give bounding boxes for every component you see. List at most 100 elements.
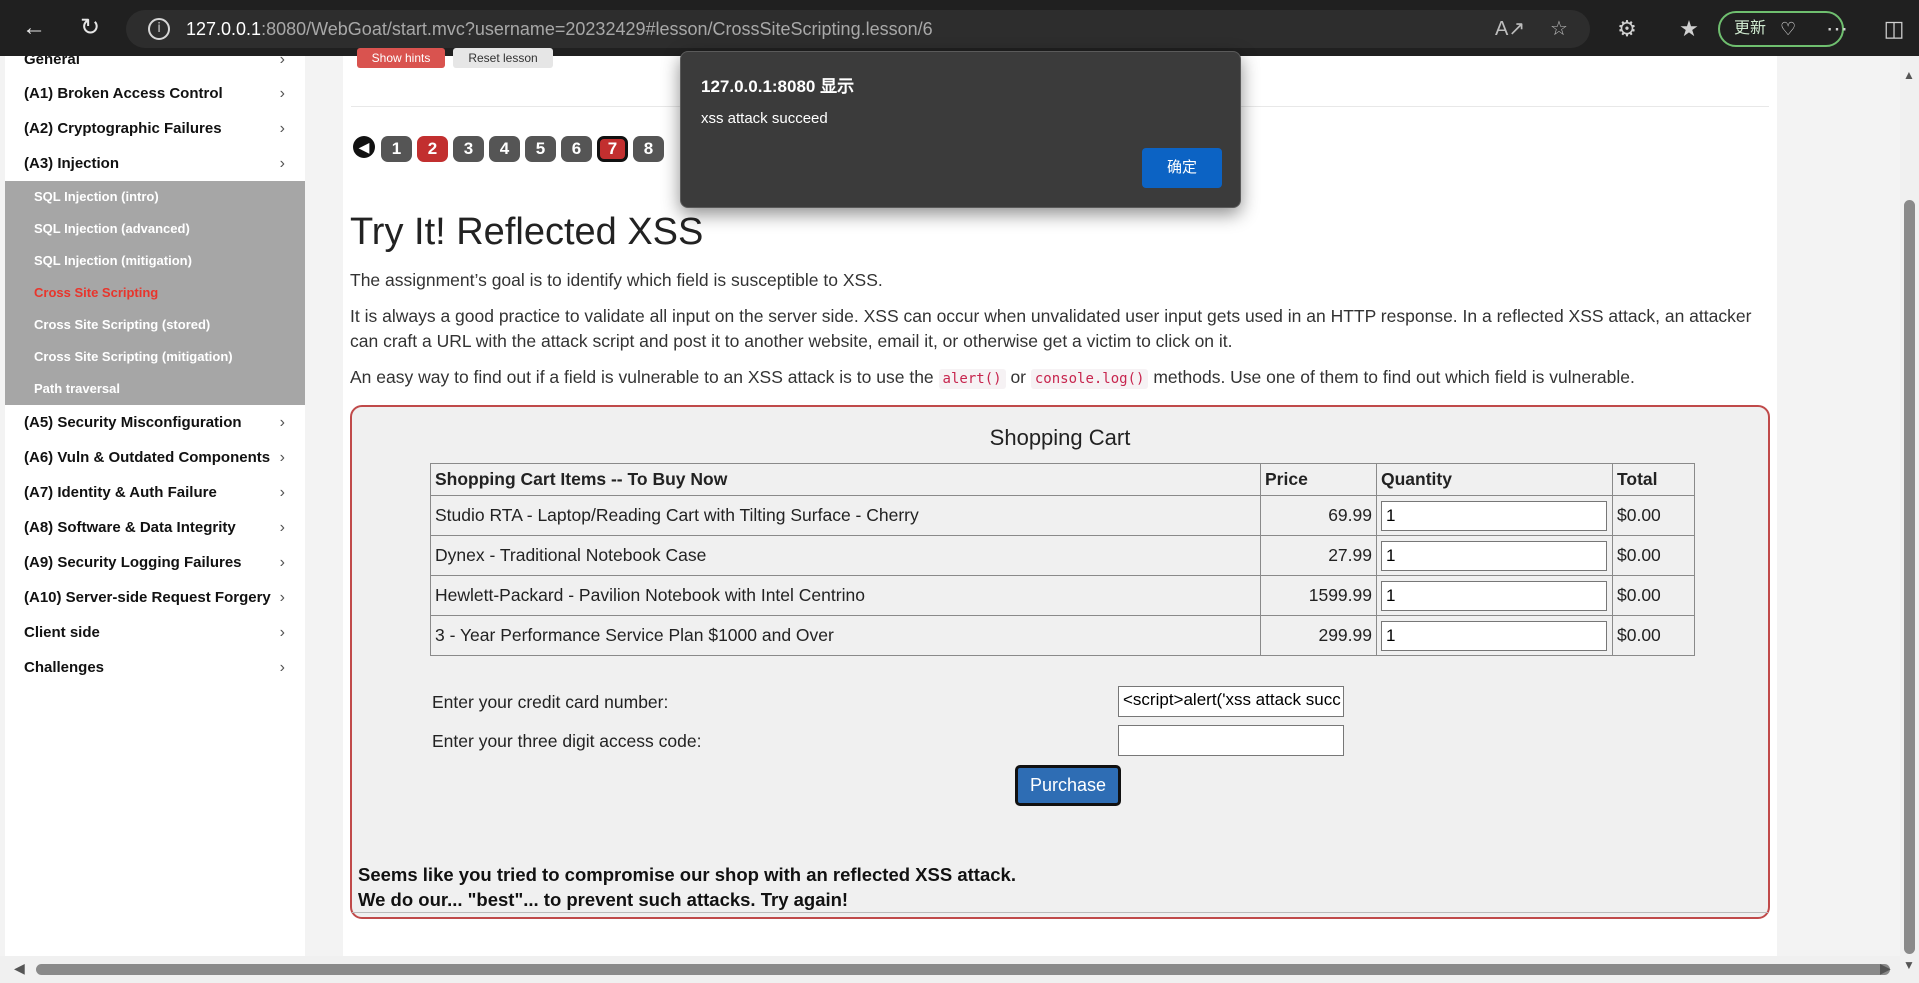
- lesson-paragraph-3: An easy way to find out if a field is vu…: [350, 367, 1635, 389]
- quantity-input[interactable]: [1381, 620, 1607, 651]
- sidebar-cat-general[interactable]: General ›: [5, 56, 305, 76]
- ok-button[interactable]: 确定: [1142, 148, 1222, 188]
- table-row: 3 - Year Performance Service Plan $1000 …: [430, 615, 1695, 656]
- show-hints-button[interactable]: Show hints: [357, 48, 445, 68]
- reset-lesson-button[interactable]: Reset lesson: [453, 48, 553, 68]
- page-6-button[interactable]: 6: [561, 136, 592, 162]
- cart-item-price: 299.99: [1260, 615, 1377, 656]
- alert-dialog: 127.0.0.1:8080 显示 xss attack succeed 确定: [680, 51, 1241, 208]
- cart-item-quantity-cell: [1376, 575, 1613, 616]
- column-header: Price: [1260, 463, 1377, 496]
- sidebar-category[interactable]: Challenges ›: [5, 650, 305, 685]
- url-text[interactable]: 127.0.0.1:8080/WebGoat/start.mvc?usernam…: [186, 19, 933, 40]
- sidebar-category[interactable]: (A9) Security Logging Failures ›: [5, 545, 305, 580]
- arrow-left-icon[interactable]: ◀: [353, 136, 375, 158]
- sidebar-category[interactable]: (A8) Software & Data Integrity ›: [5, 510, 305, 545]
- horizontal-scrollbar[interactable]: ◀ ▶: [0, 956, 1900, 983]
- sidebar-category[interactable]: (A2) Cryptographic Failures ›: [5, 111, 305, 146]
- sidebar-category[interactable]: (A7) Identity & Auth Failure ›: [5, 475, 305, 510]
- vertical-scrollbar[interactable]: ▲ ▼: [1900, 56, 1919, 983]
- scroll-left-icon[interactable]: ◀: [14, 960, 25, 977]
- address-bar[interactable]: i 127.0.0.1:8080/WebGoat/start.mvc?usern…: [126, 10, 1590, 48]
- lesson-paragraph-1: The assignment’s goal is to identify whi…: [350, 270, 883, 290]
- table-row: Dynex - Traditional Notebook Case27.99 $0…: [430, 535, 1695, 576]
- refresh-icon[interactable]: ↻: [72, 10, 108, 46]
- chevron-right-icon: ›: [279, 519, 285, 536]
- chevron-right-icon: ›: [279, 484, 285, 501]
- chevron-right-icon: ›: [279, 85, 285, 102]
- quantity-input[interactable]: [1381, 500, 1607, 531]
- chevron-right-icon: ›: [279, 554, 285, 571]
- favorites-icon[interactable]: ★: [1674, 14, 1704, 44]
- table-header-row: Shopping Cart Items -- To Buy Now Price …: [430, 463, 1695, 496]
- column-header: Total: [1612, 463, 1695, 496]
- access-code-label: Enter your three digit access code:: [432, 731, 702, 751]
- purchase-button[interactable]: Purchase: [1015, 765, 1121, 806]
- page-3-button[interactable]: 3: [453, 136, 484, 162]
- sidebar-category[interactable]: (A6) Vuln & Outdated Components ›: [5, 440, 305, 475]
- assignment-box: Shopping Cart Shopping Cart Items -- To …: [350, 405, 1770, 919]
- info-icon[interactable]: i: [148, 18, 170, 40]
- scroll-down-icon[interactable]: ▼: [1903, 958, 1915, 972]
- quantity-input[interactable]: [1381, 540, 1607, 571]
- code-alert: alert(): [938, 369, 1006, 389]
- chevron-right-icon: ›: [279, 56, 285, 68]
- injection-submenu: SQL Injection (intro) SQL Injection (adva…: [5, 181, 305, 405]
- scrollbar-thumb[interactable]: [1904, 200, 1915, 954]
- back-icon[interactable]: ←: [16, 10, 52, 46]
- chevron-right-icon: ›: [279, 155, 285, 172]
- table-row: Studio RTA - Laptop/Reading Cart with Ti…: [430, 495, 1695, 536]
- cart-item-quantity-cell: [1376, 615, 1613, 656]
- sidebar-subitem[interactable]: Cross Site Scripting: [5, 277, 305, 309]
- divider: [352, 912, 1768, 913]
- sidebar-toggle-icon[interactable]: ◫: [1879, 14, 1909, 44]
- sidebar-subitem[interactable]: Cross Site Scripting (stored): [5, 309, 305, 341]
- cart-item-total: $0.00: [1612, 495, 1695, 536]
- page-7-button[interactable]: 7: [597, 136, 628, 162]
- page-8-button[interactable]: 8: [633, 136, 664, 162]
- page-5-button[interactable]: 5: [525, 136, 556, 162]
- cart-item-name: Studio RTA - Laptop/Reading Cart with Ti…: [430, 495, 1261, 536]
- sidebar-subitem[interactable]: SQL Injection (mitigation): [5, 245, 305, 277]
- lesson-paragraph-2: It is always a good practice to validate…: [350, 306, 1752, 351]
- column-header: Shopping Cart Items -- To Buy Now: [430, 463, 1261, 496]
- health-icon: ♡: [1780, 19, 1797, 39]
- dialog-message: xss attack succeed: [701, 110, 828, 127]
- favorite-star-icon[interactable]: ☆: [1546, 16, 1572, 42]
- scroll-up-icon[interactable]: ▲: [1903, 68, 1915, 82]
- cart-item-name: 3 - Year Performance Service Plan $1000 …: [430, 615, 1261, 656]
- cart-item-total: $0.00: [1612, 575, 1695, 616]
- extensions-icon[interactable]: ⚙: [1612, 14, 1642, 44]
- sidebar-category[interactable]: (A3) Injection ›: [5, 146, 305, 181]
- chevron-right-icon: ›: [279, 120, 285, 137]
- credit-card-input[interactable]: <script>alert('xss attack succ: [1118, 686, 1344, 717]
- cart-item-name: Hewlett-Packard - Pavilion Notebook with…: [430, 575, 1261, 616]
- quantity-input[interactable]: [1381, 580, 1607, 611]
- chevron-right-icon: ›: [279, 659, 285, 676]
- access-code-input[interactable]: [1118, 725, 1344, 756]
- code-console-log: console.log(): [1030, 369, 1149, 389]
- table-row: Hewlett-Packard - Pavilion Notebook with…: [430, 575, 1695, 616]
- sidebar-subitem[interactable]: Cross Site Scripting (mitigation): [5, 341, 305, 373]
- sidebar-subitem[interactable]: Path traversal: [5, 373, 305, 405]
- page-1-button[interactable]: 1: [381, 136, 412, 162]
- sidebar-category[interactable]: (A1) Broken Access Control ›: [5, 76, 305, 111]
- browser-toolbar: ← ↻ i 127.0.0.1:8080/WebGoat/start.mvc?u…: [0, 0, 1919, 56]
- chevron-right-icon: ›: [279, 589, 285, 606]
- cart-item-total: $0.00: [1612, 535, 1695, 576]
- sidebar-category[interactable]: (A10) Server-side Request Forgery ›: [5, 580, 305, 615]
- credit-card-label: Enter your credit card number:: [432, 692, 669, 712]
- sidebar-subitem[interactable]: SQL Injection (intro): [5, 181, 305, 213]
- scrollbar-thumb[interactable]: [36, 964, 1890, 975]
- page-4-button[interactable]: 4: [489, 136, 520, 162]
- page-2-button[interactable]: 2: [417, 136, 448, 162]
- sidebar-category[interactable]: Client side ›: [5, 615, 305, 650]
- more-icon[interactable]: ⋯: [1822, 14, 1852, 44]
- chevron-right-icon: ›: [279, 449, 285, 466]
- cart-item-name: Dynex - Traditional Notebook Case: [430, 535, 1261, 576]
- sidebar-category[interactable]: (A5) Security Misconfiguration ›: [5, 405, 305, 440]
- sidebar-subitem[interactable]: SQL Injection (advanced): [5, 213, 305, 245]
- read-aloud-icon[interactable]: A↗: [1495, 16, 1525, 42]
- scroll-right-icon[interactable]: ▶: [1880, 960, 1891, 977]
- cart-table: Shopping Cart Items -- To Buy Now Price …: [430, 463, 1695, 656]
